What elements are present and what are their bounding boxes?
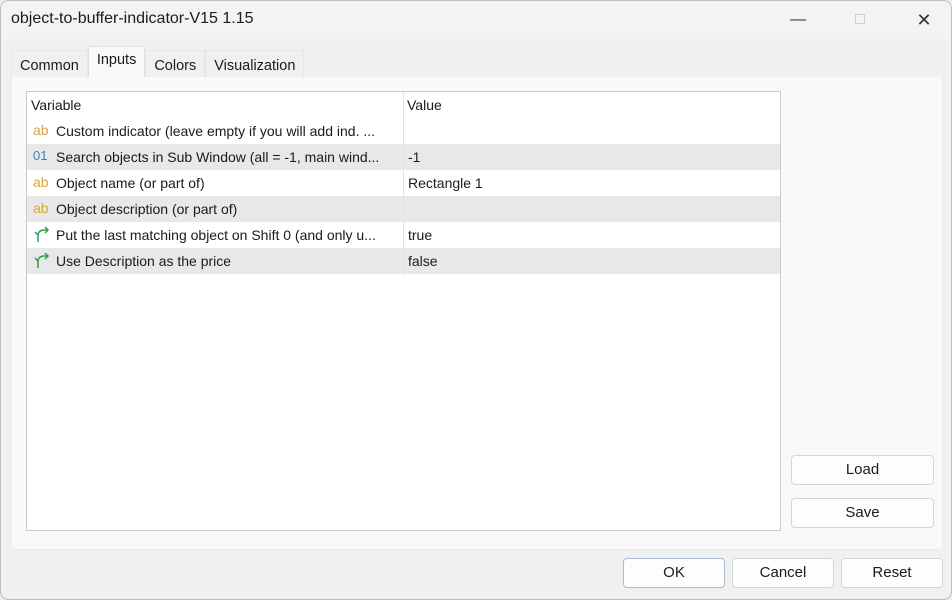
variable-name: Use Description as the price bbox=[56, 253, 232, 269]
variable-name: Put the last matching object on Shift 0 … bbox=[56, 227, 376, 243]
column-header-variable[interactable]: Variable bbox=[31, 97, 81, 113]
tab-visualization[interactable]: Visualization bbox=[205, 50, 305, 77]
bool-type-icon bbox=[33, 252, 53, 270]
title-bar: object-to-buffer-indicator-V15 1.15 — □ … bbox=[1, 1, 951, 39]
string-type-icon: ab bbox=[33, 200, 49, 216]
close-icon: ✕ bbox=[916, 9, 932, 30]
variable-value[interactable]: -1 bbox=[408, 149, 420, 165]
variable-value[interactable]: false bbox=[408, 253, 438, 269]
variable-name: Object name (or part of) bbox=[56, 175, 205, 191]
variable-name: Custom indicator (leave empty if you wil… bbox=[56, 123, 376, 139]
window-title: object-to-buffer-indicator-V15 1.15 bbox=[11, 10, 254, 27]
bool-type-icon bbox=[33, 226, 53, 244]
dialog-window: object-to-buffer-indicator-V15 1.15 — □ … bbox=[0, 0, 952, 600]
column-header-value[interactable]: Value bbox=[407, 97, 442, 113]
string-type-icon: ab bbox=[33, 174, 49, 190]
tab-inputs[interactable]: Inputs bbox=[87, 46, 146, 77]
variable-value[interactable]: true bbox=[408, 227, 432, 243]
variable-name: Object description (or part of) bbox=[56, 201, 238, 217]
string-type-icon: ab bbox=[33, 122, 49, 138]
integer-type-icon: 01 bbox=[33, 148, 48, 163]
close-button[interactable]: ✕ bbox=[901, 1, 947, 39]
cancel-button[interactable]: Cancel bbox=[732, 558, 834, 588]
variable-value[interactable]: Rectangle 1 bbox=[408, 175, 483, 191]
reset-button[interactable]: Reset bbox=[841, 558, 943, 588]
load-button[interactable]: Load bbox=[791, 455, 934, 485]
maximize-icon: □ bbox=[855, 11, 865, 28]
variable-name: Search objects in Sub Window (all = -1, … bbox=[56, 149, 380, 165]
minimize-button[interactable]: — bbox=[775, 1, 821, 39]
minimize-icon: — bbox=[790, 11, 806, 28]
tab-bar: Common Inputs Colors Visualization bbox=[11, 46, 305, 77]
ok-button[interactable]: OK bbox=[623, 558, 725, 588]
column-divider[interactable] bbox=[403, 92, 404, 276]
tab-colors[interactable]: Colors bbox=[145, 50, 206, 77]
inputs-grid: Variable Value ab Custom indicator (leav… bbox=[26, 91, 781, 531]
maximize-button[interactable]: □ bbox=[837, 1, 883, 39]
tab-common[interactable]: Common bbox=[11, 50, 88, 77]
save-button[interactable]: Save bbox=[791, 498, 934, 528]
